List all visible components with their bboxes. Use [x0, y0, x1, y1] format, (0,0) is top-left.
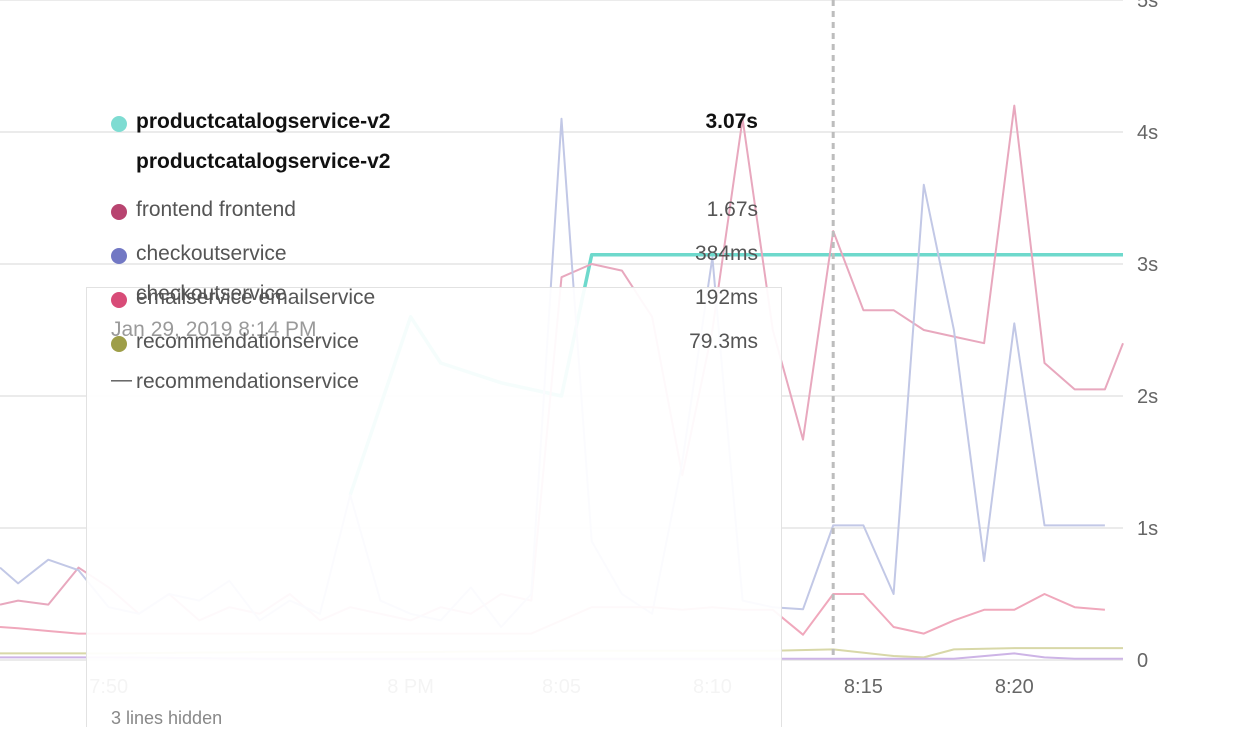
tooltip-series-value: 384ms	[694, 242, 758, 265]
tooltip-series-value: 79.3ms	[689, 330, 758, 353]
tooltip-row: frontend frontend 1.67s	[111, 198, 758, 238]
y-tick-label: 3s	[1137, 254, 1158, 276]
series-color-dot	[111, 292, 127, 308]
series-color-dot	[111, 116, 127, 132]
tooltip-row: recommendationservice recommendationserv…	[111, 330, 758, 410]
y-tick-label: 5s	[1137, 0, 1158, 12]
tooltip-series-name: emailservice emailservice	[136, 286, 376, 309]
y-tick-label: 1s	[1137, 518, 1158, 540]
x-tick-label: 8:15	[844, 676, 883, 698]
series-color-dot	[111, 204, 127, 220]
tooltip-hidden-lines: 3 lines hidden	[111, 708, 223, 728]
tooltip-row: productcatalogservice-v2 productcatalogs…	[111, 110, 758, 190]
tooltip-series-value: 1.67s	[706, 198, 758, 221]
y-tick-label: 0	[1137, 650, 1148, 672]
x-tick-label: 8:20	[995, 676, 1034, 698]
hover-tooltip: Jan 29, 2019 8:14 PM — productcatalogser…	[86, 110, 782, 728]
latency-chart[interactable]: 01s2s3s4s5s 7:508 PM8:058:108:158:20 Jan…	[0, 0, 1233, 728]
y-axis: 0 1s 2s 3s 4s 5s	[1137, 0, 1158, 672]
tooltip-series-name: productcatalogservice-v2 productcatalogs…	[136, 110, 391, 173]
tooltip-series-name: recommendationservice recommendationserv…	[136, 330, 359, 393]
series-color-dot	[111, 248, 127, 264]
y-tick-label: 2s	[1137, 386, 1158, 408]
tooltip-series-value: 3.07s	[705, 110, 758, 133]
tooltip-row: checkoutservice checkoutservice 384ms	[111, 242, 758, 305]
tooltip-row: emailservice emailservice 192ms	[111, 286, 758, 326]
y-tick-label: 4s	[1137, 122, 1158, 144]
tooltip-series-value: 192ms	[694, 286, 758, 309]
series-color-dot	[111, 336, 127, 352]
tooltip-series-name: frontend frontend	[136, 198, 296, 221]
